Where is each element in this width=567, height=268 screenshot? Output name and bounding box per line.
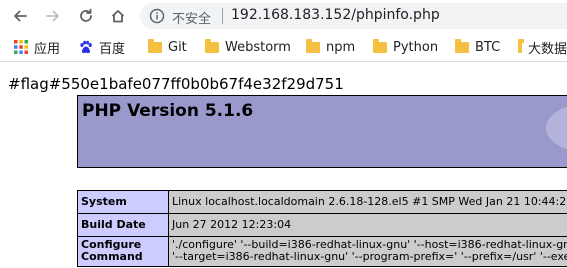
row-value: Jun 27 2012 12:23:04: [168, 213, 567, 237]
forward-button[interactable]: [41, 4, 65, 28]
back-button[interactable]: [8, 4, 32, 28]
bookmarks-bar: 应用 百度 Git Webstorm npm Python BTC 大数据: [0, 32, 567, 62]
info-icon[interactable]: [149, 8, 165, 24]
forward-icon: [46, 10, 59, 22]
folder-icon: [306, 38, 320, 53]
php-version-header: PHP Version 5.1.6: [77, 95, 567, 168]
bookmark-baidu[interactable]: 百度: [79, 38, 126, 57]
php-info-table: System Linux localhost.localdomain 2.6.1…: [77, 190, 567, 267]
url-text[interactable]: 192.168.183.152/phpinfo.php: [231, 7, 440, 23]
bookmark-label: Git: [168, 39, 187, 55]
row-key: Configure Command: [77, 236, 169, 267]
bookmark-label: Python: [393, 39, 439, 55]
back-icon: [14, 10, 27, 22]
baidu-paw-icon: [80, 40, 92, 54]
folder-icon: [373, 38, 387, 53]
php-logo: [546, 104, 567, 152]
row-key: Build Date: [77, 213, 169, 237]
address-bar[interactable]: 不安全 192.168.183.152/phpinfo.php: [140, 3, 567, 29]
home-button[interactable]: [106, 4, 130, 28]
row-value-continued: '--target=i386-redhat-linux-gnu' '--prog…: [172, 250, 567, 263]
bookmark-label: 大数据: [527, 41, 567, 57]
table-row: Build Date Jun 27 2012 12:23:04: [77, 213, 567, 237]
table-row: Configure Command './configure' '--build…: [77, 236, 567, 267]
bookmark-apps[interactable]: 应用: [14, 38, 61, 57]
flag-text: #flag#550e1bafe077ff0b0b67f4e32f29d751: [8, 75, 344, 93]
bookmark-label: 应用: [34, 41, 61, 57]
table-row: System Linux localhost.localdomain 2.6.1…: [77, 190, 567, 214]
home-icon: [111, 10, 125, 23]
folder-icon: [205, 38, 219, 53]
bookmark-label: 百度: [99, 41, 126, 57]
bookmark-btc[interactable]: BTC: [455, 38, 500, 56]
folder-icon: [148, 38, 162, 53]
bookmark-npm[interactable]: npm: [306, 38, 355, 56]
folder-icon: [518, 38, 524, 53]
browser-toolbar: 不安全 192.168.183.152/phpinfo.php: [0, 0, 567, 32]
bookmark-label: npm: [326, 39, 356, 55]
bookmark-python[interactable]: Python: [373, 38, 438, 56]
bookmark-label: Webstorm: [225, 39, 291, 55]
row-key: System: [77, 190, 169, 214]
row-value: Linux localhost.localdomain 2.6.18-128.e…: [168, 190, 567, 214]
row-value-block: './configure' '--build=i386-redhat-linux…: [168, 236, 567, 267]
security-label: 不安全: [172, 12, 212, 27]
bookmark-bigdata[interactable]: 大数据: [518, 38, 567, 56]
reload-button[interactable]: [74, 4, 98, 28]
omnibox-separator: [222, 8, 223, 24]
apps-grid-icon: [14, 40, 28, 54]
reload-icon: [80, 8, 92, 22]
bookmark-git[interactable]: Git: [148, 38, 187, 56]
bookmark-label: BTC: [475, 39, 501, 55]
bookmark-webstorm[interactable]: Webstorm: [205, 38, 291, 56]
page-title: PHP Version 5.1.6: [82, 101, 254, 121]
folder-icon: [455, 38, 469, 53]
